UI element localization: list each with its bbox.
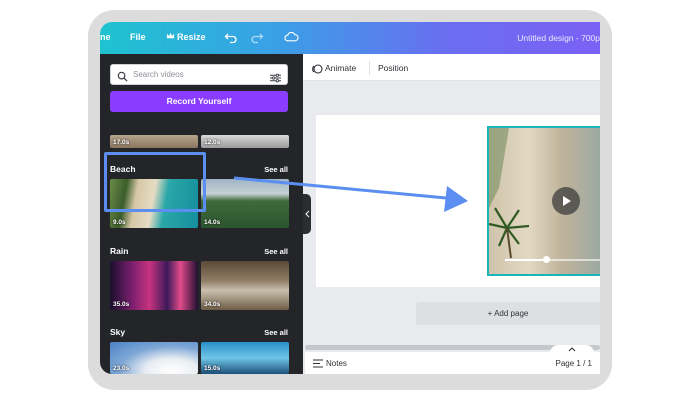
page-indicator[interactable]: Page 1 / 1 — [556, 359, 592, 368]
highlight-selection-box — [104, 152, 206, 212]
crown-icon — [166, 31, 175, 42]
resize-button[interactable]: Resize — [177, 32, 206, 42]
document-title[interactable]: Untitled design - 700p — [517, 33, 600, 43]
bottom-bar: Notes Page 1 / 1 — [305, 352, 600, 374]
cloud-icon[interactable] — [284, 30, 299, 46]
video-duration: 12.0s — [204, 139, 221, 146]
video-duration: 14.0s — [204, 219, 221, 226]
video-duration: 9.0s — [113, 219, 126, 226]
section-title-sky: Sky — [110, 327, 126, 337]
video-progress-fill — [505, 259, 547, 261]
section-title-rain: Rain — [110, 246, 129, 256]
video-thumbnail-sky-sunset[interactable]: 15.0s — [201, 342, 289, 374]
redo-icon[interactable] — [250, 30, 264, 46]
video-duration: 34.0s — [204, 301, 221, 308]
notes-icon — [313, 359, 323, 370]
animate-icon — [311, 62, 323, 80]
video-duration: 17.0s — [113, 139, 130, 146]
video-thumbnail-rain-neon[interactable]: 35.0s — [110, 261, 198, 310]
video-thumbnail[interactable]: 17.0s — [110, 135, 198, 148]
play-button[interactable] — [552, 187, 580, 215]
filter-icon[interactable] — [270, 70, 281, 88]
play-icon — [563, 196, 571, 206]
see-all-beach-link[interactable]: See all — [264, 165, 288, 174]
search-icon — [117, 69, 128, 87]
canvas-video-element[interactable] — [487, 126, 600, 276]
top-bar: ne File Resize Untitled design - 700p — [100, 22, 600, 54]
file-menu[interactable]: File — [130, 32, 146, 42]
video-thumbnail[interactable]: 12.0s — [201, 135, 289, 148]
menu-item-home-partial[interactable]: ne — [100, 32, 111, 42]
chevron-left-icon — [305, 210, 310, 218]
video-thumbnail-beach-palms[interactable]: 14.0s — [201, 179, 289, 228]
panel-collapse-handle[interactable] — [303, 194, 311, 234]
video-progress-track[interactable] — [505, 256, 600, 263]
video-thumbnail-rain-puddle[interactable]: 34.0s — [201, 261, 289, 310]
position-button[interactable]: Position — [378, 63, 408, 73]
toolbar-divider — [369, 61, 370, 75]
see-all-rain-link[interactable]: See all — [264, 247, 288, 256]
editor-toolbar: Animate Position — [303, 54, 600, 81]
video-duration: 23.0s — [113, 365, 130, 372]
search-input[interactable]: Search videos — [110, 64, 288, 85]
videos-panel: Search videos Record Yourself 17.0s 12.0… — [100, 54, 303, 374]
video-thumbnail-sky-clouds[interactable]: 23.0s — [110, 342, 198, 374]
see-all-sky-link[interactable]: See all — [264, 328, 288, 337]
animate-button[interactable]: Animate — [325, 63, 356, 73]
beach-video-frame — [489, 128, 600, 274]
search-placeholder: Search videos — [133, 70, 184, 79]
video-duration: 15.0s — [204, 365, 221, 372]
undo-icon[interactable] — [224, 30, 238, 46]
add-page-button[interactable]: + Add page — [416, 302, 600, 325]
record-yourself-button[interactable]: Record Yourself — [110, 91, 288, 112]
notes-button[interactable]: Notes — [326, 359, 347, 368]
video-duration: 35.0s — [113, 301, 130, 308]
